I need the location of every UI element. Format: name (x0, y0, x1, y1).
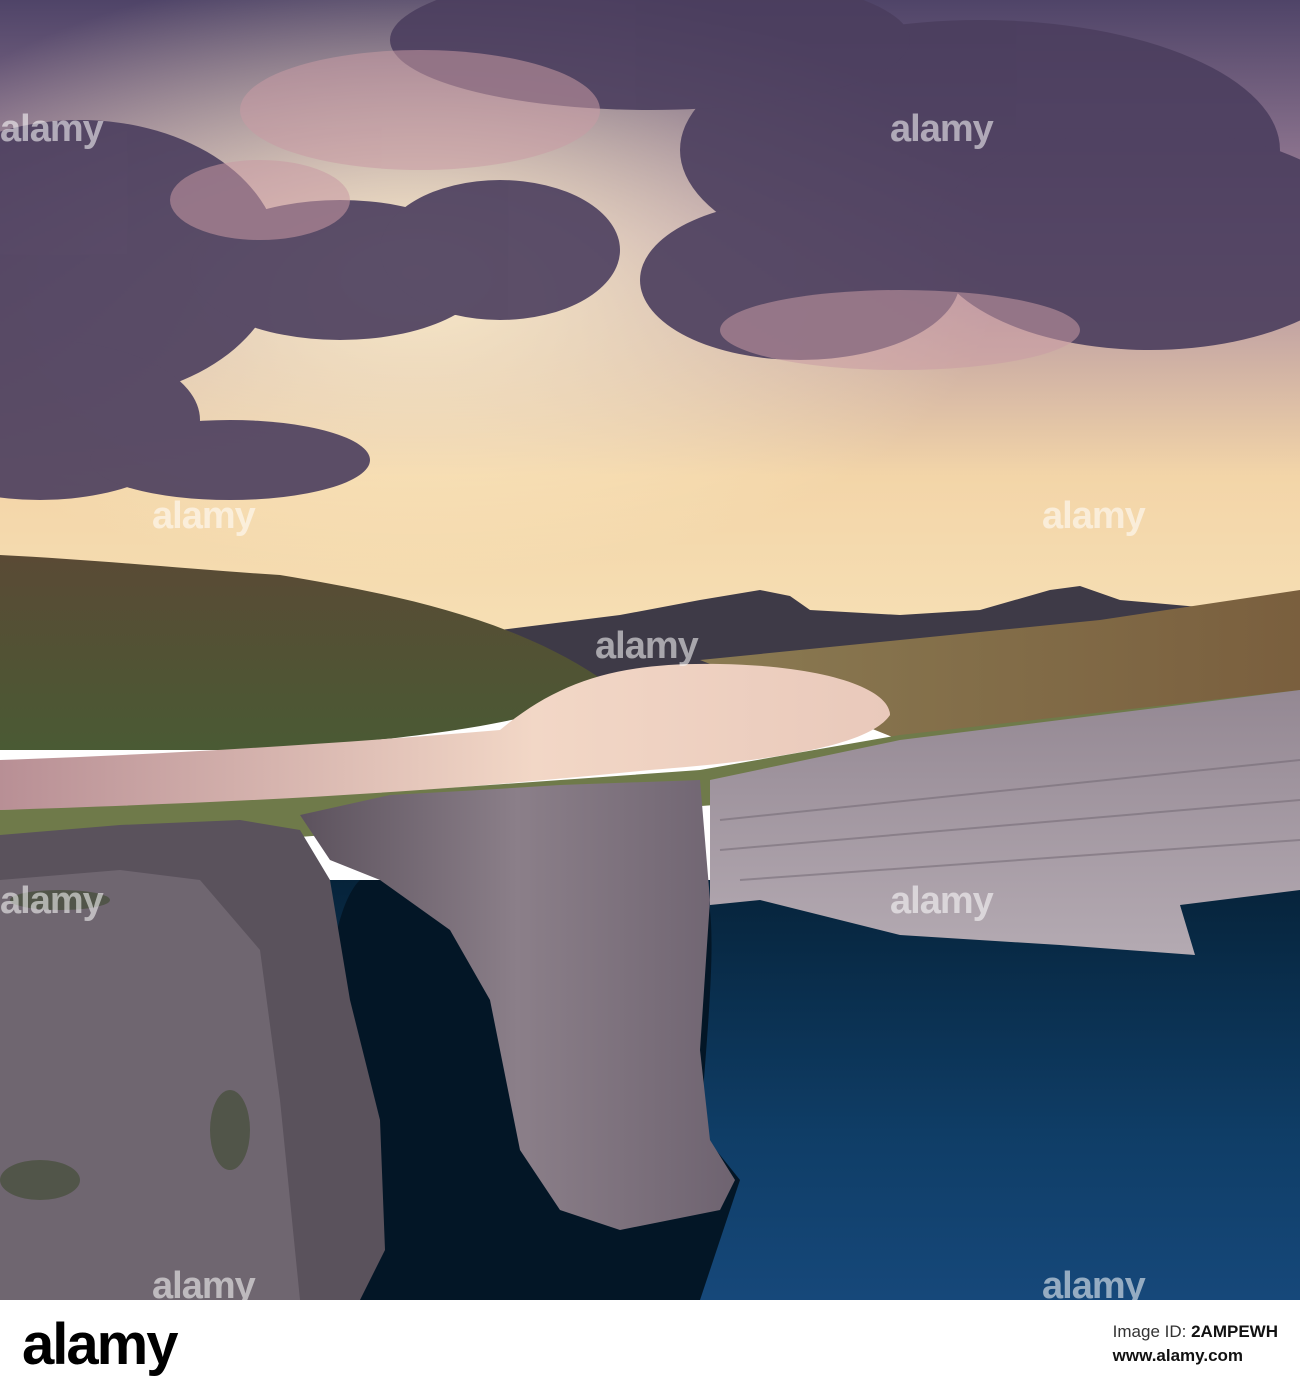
image-id-row: Image ID: 2AMPEWH (1113, 1320, 1278, 1344)
image-id-value: 2AMPEWH (1191, 1322, 1278, 1341)
site-url-row: www.alamy.com (1113, 1344, 1278, 1368)
site-url: www.alamy.com (1112, 1346, 1244, 1365)
landscape-illustration (0, 0, 1300, 1300)
image-meta: Image ID: 2AMPEWH www.alamy.com (1113, 1320, 1278, 1368)
landscape-photo: alamy alamy alamy alamy alamy alamy alam… (0, 0, 1300, 1300)
brand-logo: alamy (22, 1312, 178, 1377)
footer-bar: alamy Image ID: 2AMPEWH www.alamy.com (0, 1300, 1300, 1390)
image-id-label: Image ID: (1112, 1322, 1187, 1341)
